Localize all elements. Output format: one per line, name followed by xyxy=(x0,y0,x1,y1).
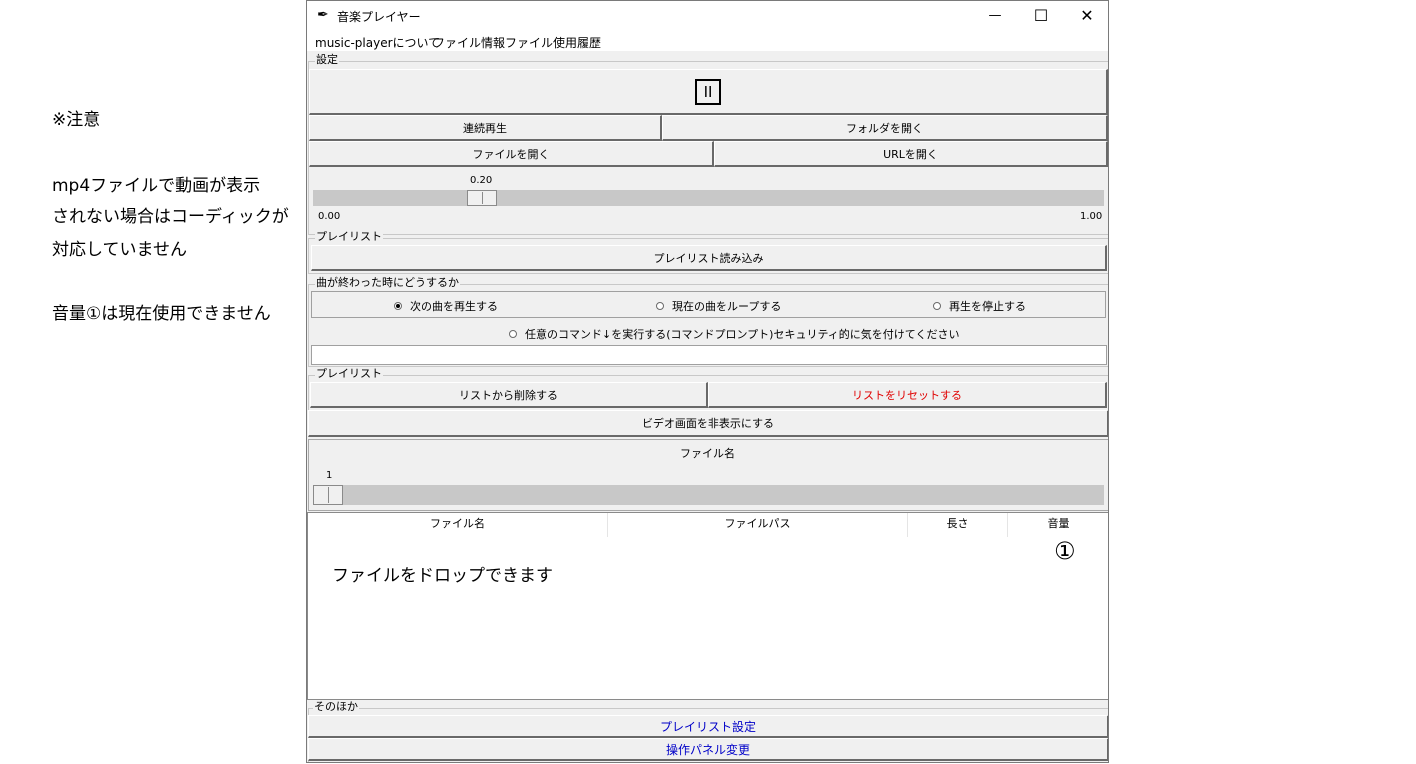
volume-max-label: 1.00 xyxy=(1080,211,1103,222)
file-table[interactable]: ファイル名 ファイルパス 長さ 音量 ① ファイルをドロップできます xyxy=(307,512,1108,700)
radio-command-label: 任意のコマンド↓を実行する(コマンドプロンプト)セキュリティ的に気を付けてくださ… xyxy=(525,328,960,341)
menu-file-info[interactable]: ファイル情報 xyxy=(433,34,505,51)
pause-icon: II xyxy=(695,78,721,105)
radio-stop[interactable]: 再生を停止する xyxy=(933,298,1026,314)
reset-list-button[interactable]: リストをリセットする xyxy=(708,382,1107,408)
column-header-filepath[interactable]: ファイルパス xyxy=(608,513,908,537)
menu-bar: music-playerについて ファイル情報 ファイル使用履歴 xyxy=(307,31,1108,51)
radio-loop-label: 現在の曲をループする xyxy=(672,300,782,313)
settings-label: 設定 xyxy=(315,53,339,66)
maximize-button[interactable]: ☐ xyxy=(1018,1,1064,31)
volume-slider-handle[interactable] xyxy=(467,190,497,206)
window-title: 音楽プレイヤー xyxy=(337,10,421,24)
volume-slider[interactable] xyxy=(313,190,1104,206)
close-button[interactable]: ✕ xyxy=(1064,1,1108,31)
radio-loop[interactable]: 現在の曲をループする xyxy=(656,298,781,314)
current-filename-label: ファイル名 xyxy=(680,447,735,460)
menu-about[interactable]: music-playerについて xyxy=(315,34,440,51)
feather-icon: ✒ xyxy=(317,7,329,23)
playlist-settings-button[interactable]: プレイリスト設定 xyxy=(308,715,1108,738)
playlist-label: プレイリスト xyxy=(315,230,383,243)
column-header-length[interactable]: 長さ xyxy=(908,513,1008,537)
menu-history[interactable]: ファイル使用履歴 xyxy=(505,34,601,51)
note-volume: 音量①は現在使用できません xyxy=(52,304,271,324)
radio-indicator xyxy=(656,302,664,310)
minimize-button[interactable]: — xyxy=(972,1,1018,31)
music-player-window: ✒ 音楽プレイヤー — ☐ ✕ music-playerについて ファイル情報 … xyxy=(306,0,1109,763)
playlist-load-button[interactable]: プレイリスト読み込み xyxy=(311,245,1107,271)
radio-indicator xyxy=(509,330,517,338)
panel-change-button[interactable]: 操作パネル変更 xyxy=(308,738,1108,761)
position-slider-handle[interactable] xyxy=(313,485,343,505)
playlist-label: プレイリスト xyxy=(315,367,383,380)
note-warning-title: ※注意 xyxy=(52,110,101,130)
open-folder-button[interactable]: フォルダを開く xyxy=(662,115,1108,141)
remove-from-list-button[interactable]: リストから削除する xyxy=(310,382,708,408)
note-line: されない場合はコーディックが xyxy=(52,207,289,227)
radio-indicator xyxy=(394,302,402,310)
title-bar[interactable]: ✒ 音楽プレイヤー — ☐ ✕ xyxy=(307,1,1108,31)
radio-command[interactable]: 任意のコマンド↓を実行する(コマンドプロンプト)セキュリティ的に気を付けてくださ… xyxy=(509,326,959,342)
hide-video-button[interactable]: ビデオ画面を非表示にする xyxy=(308,410,1108,437)
radio-next-label: 次の曲を再生する xyxy=(410,300,498,313)
command-input[interactable] xyxy=(311,345,1107,365)
volume-min-label: 0.00 xyxy=(318,211,341,222)
volume-marker: ① xyxy=(1054,537,1076,565)
open-url-button[interactable]: URLを開く xyxy=(714,141,1108,167)
position-value-label: 1 xyxy=(326,470,333,481)
position-slider[interactable] xyxy=(313,485,1104,505)
play-pause-button[interactable]: II xyxy=(309,69,1108,115)
column-header-filename[interactable]: ファイル名 xyxy=(308,513,608,537)
open-file-button[interactable]: ファイルを開く xyxy=(309,141,714,167)
on-end-label: 曲が終わった時にどうするか xyxy=(315,276,460,289)
drop-hint: ファイルをドロップできます xyxy=(332,566,553,586)
radio-next[interactable]: 次の曲を再生する xyxy=(394,298,498,314)
radio-stop-label: 再生を停止する xyxy=(949,300,1026,313)
radio-indicator xyxy=(933,302,941,310)
volume-value-label: 0.20 xyxy=(470,175,493,186)
other-label: そのほか xyxy=(313,700,359,713)
note-line: 対応していません xyxy=(52,240,187,260)
note-line: mp4ファイルで動画が表示 xyxy=(52,176,261,196)
column-header-volume[interactable]: 音量 xyxy=(1008,513,1108,537)
continuous-play-button[interactable]: 連続再生 xyxy=(309,115,662,141)
